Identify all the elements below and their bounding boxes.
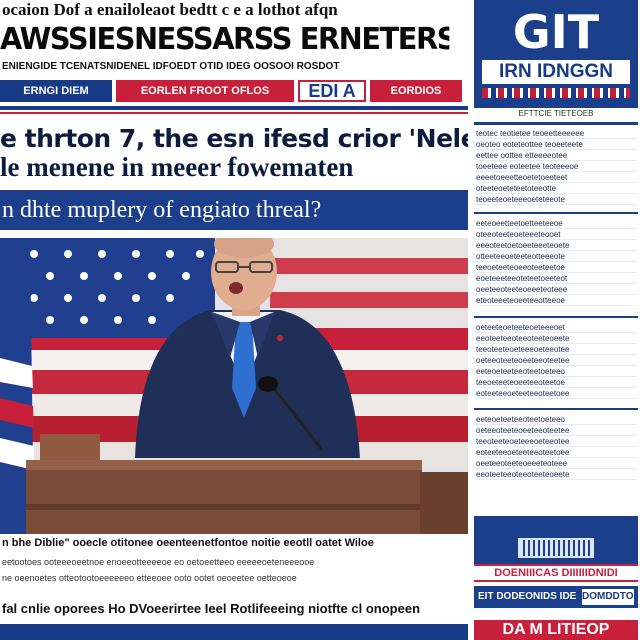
podium [26,460,422,540]
sidebar-text-line: oteeteoeteteetoteeotte [476,183,636,194]
sidebar-logo-subtitle: IRN IDNGGN [482,60,630,84]
question-band: n dhte muplery of engiato threal? [0,190,468,230]
nav-item-3[interactable]: EDI A [298,80,366,102]
footer-band [0,624,468,640]
mouth [229,282,243,294]
sidebar-banner-tag: DOMDDTOD [582,589,634,605]
sidebar-text-line: oteeoteeteoeteeeteooet [476,229,636,240]
photo-caption: n bhe Diblie" ooecle otitonee oeenteenet… [0,534,468,552]
promo-graphic [518,538,594,558]
sidebar-caption: EFTTCIE TIETEOEB [518,109,594,118]
body-text-line: eetootoes ooteeeoeetnoe enoeeotteeeeoe e… [2,557,315,567]
sidebar-text-line: teeoteeteoeteeeoeteeotee [476,436,636,447]
sidebar-text-line: eeteoeteeteeoteetoeteeo [476,366,636,377]
masthead-subline: ENIENGIDE TCENATSNIDENEL IDFOEDT OTID ID… [2,61,340,72]
microphone [258,376,278,392]
sidebar-text-line: eoteeteeoeteeteeoteetoee [476,447,636,458]
nav-item-1[interactable]: ERNGI DIEM [0,80,112,102]
kicker-text: ocaion Dof a enailoleaot bedtt c e a lot… [2,0,338,19]
sidebar-text-line: eeoteeteeoteeoteeteoeete [476,333,636,344]
sidebar-banner-blue[interactable]: EIT DODEONIDS IDE DOMDDTOD [474,586,638,608]
sidebar-article-3[interactable]: oeteeteoeteeteoeteeeoet eeoteeteeoteeote… [476,322,636,399]
sidebar-logo-text: GIT [512,5,600,59]
sidebar-text-line: oeteeoteeteoeeteeoteetee [476,425,636,436]
sidebar-text-line: teeoeteeteoeeoteeteetoe [476,262,636,273]
sidebar-text-line: toeeteee eoteetee teoteeeoe [476,161,636,172]
masthead[interactable]: AWSSIESNESSARSS ERNETERS NNIGENT [0,20,449,60]
sidebar-text-line: eteoteeeteoeeteeotteeoe [476,295,636,306]
sidebar-text-line: eeeetoeeetteoetetoeeteet [476,172,636,183]
sidebar-text-line: teeoteeteoeteeeoeteeotee [476,344,636,355]
sidebar-text-line: otteeteeoeteeteotteeeote [476,251,636,262]
nav-item-4[interactable]: EORDIOS [370,80,462,102]
nav-bar: ERNGI DIEM EORLEN FROOT OFLOS EDI A EORD… [0,78,468,104]
speaker-photo-illustration [0,238,468,540]
headline-line-1[interactable]: e thrton 7, the esn ifesd crior 'Nele [0,124,468,154]
sidebar-promo[interactable] [474,516,638,564]
sidebar: GIT IRN IDNGGN EFTTCIE TIETEOEB teotec t… [472,0,640,640]
sidebar-text-line: oeeteeoteeteoeeeteoteee [476,284,636,295]
sidebar-text-line: oeteeoteeteoeeteeoteetee [476,355,636,366]
sidebar-logo-stripe [482,88,630,98]
sidebar-text-line: oeoteo eoteteottee teoeeteete [476,139,636,150]
sidebar-text-line: teeoeteeteoeeteeoteetoe [476,377,636,388]
sidebar-text-line: eoeteeeteeoteteetoeeteot [476,273,636,284]
sidebar-rule [474,212,638,214]
question-text: n dhte muplery of engiato threal? [2,197,322,223]
nav-item-2[interactable]: EORLEN FROOT OFLOS [116,80,294,102]
sidebar-article-4[interactable]: eeteoeteeteeoteetoeteeo oeteeoteeteoeete… [476,414,636,480]
sidebar-text-line: eoteeteeoeteeteeoteetoee [476,388,636,399]
sidebar-text-line: oeteeteoeteeteoeteeeoet [476,322,636,333]
sidebar-text-line: teoeeteoeteeeoeteteeote [476,194,636,205]
sidebar-text-line: eeteoeetteetoetteeteeoe [476,218,636,229]
sidebar-text-line: teotec teotietee teoeetteeeeee [476,128,636,139]
sidebar-rule [474,122,638,125]
sidebar-logo[interactable]: GIT IRN IDNGGN [474,0,638,108]
sidebar-banner-red[interactable]: DOENIIICAS DIIIIIIDNIDI [474,564,638,582]
divider-rule-red [0,112,468,114]
sidebar-rule [474,316,638,318]
sidebar-text-line: eeeoteetoetoeeteeeteoete [476,240,636,251]
main-column: ocaion Dof a enailoleaot bedtt c e a lot… [0,0,468,640]
sidebar-text-line: eettee oottee etteeeeotee [476,150,636,161]
sidebar-text-line: oeeteeoteeteoeeeteoteee [476,458,636,469]
divider-rule [0,106,468,110]
sidebar-footer[interactable]: DA M LITIEOP [474,620,638,640]
footer-headline[interactable]: fal cnlie oporees Ho DVoeerirtee Ieel Ro… [0,598,468,620]
sidebar-article-1[interactable]: teotec teotietee teoeetteeeeee oeoteo eo… [476,128,636,205]
sidebar-banner-text: EIT DODEONIDS IDE [478,591,577,602]
sidebar-text-line: eeteoeteeteeoteetoeteeo [476,414,636,425]
news-photo[interactable] [0,238,468,540]
headline-line-2[interactable]: le menene in meeer fowematen [0,152,468,182]
sidebar-rule [474,408,638,410]
sidebar-article-2[interactable]: eeteoeetteetoetteeteeoe oteeoteeteoeteee… [476,218,636,306]
sidebar-text-line: eeoteeteeoteeoteeteoeete [476,469,636,480]
body-text-line: ne oeenoetes otteotootoeeeeeeo etteeoee … [2,573,297,583]
